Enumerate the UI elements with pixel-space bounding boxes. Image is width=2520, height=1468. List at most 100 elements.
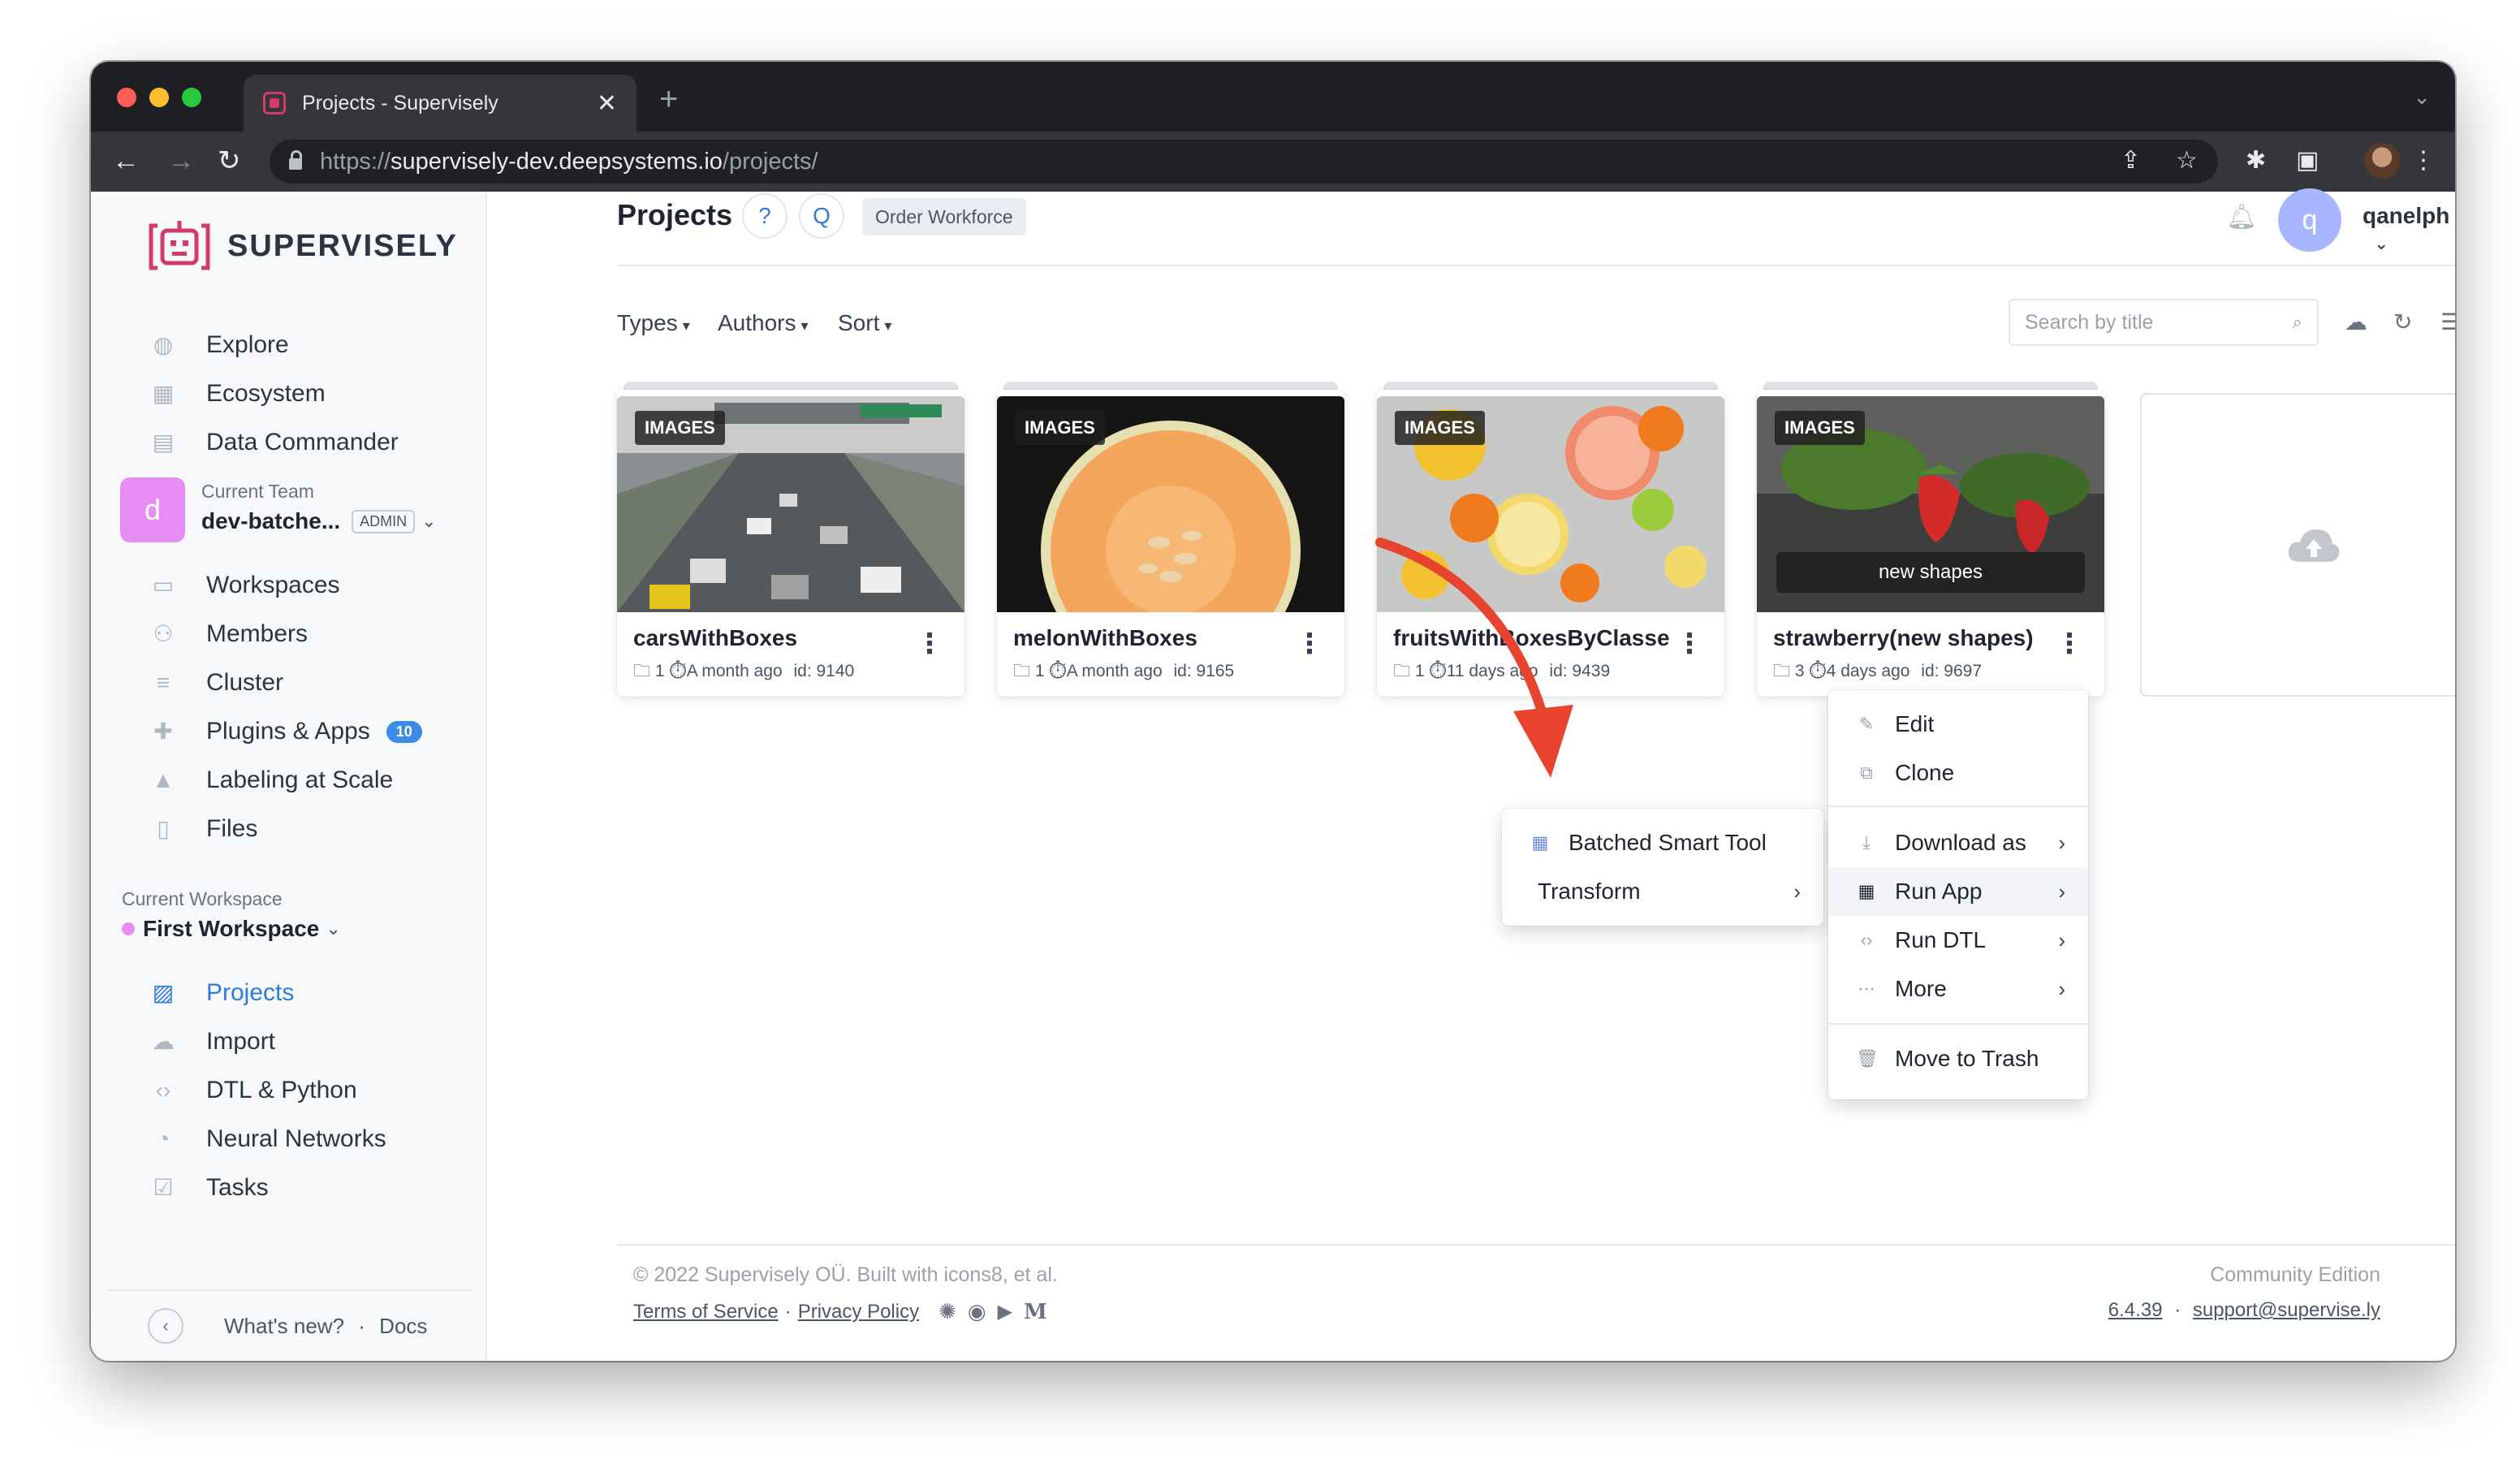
whats-new-link[interactable]: What's new? bbox=[224, 1314, 344, 1338]
cloud-icon: ☁ bbox=[152, 1029, 175, 1054]
browser-menu-icon[interactable]: ⋮ bbox=[2411, 146, 2436, 175]
project-time: 11 days ago bbox=[1446, 662, 1538, 680]
menu-item-move-to-trash[interactable]: 🗑︎ Move to Trash bbox=[1828, 1034, 2088, 1083]
browser-toolbar: ← → ↻ https:// supervisely-dev.deepsyste… bbox=[91, 132, 2455, 192]
browser-profile-avatar[interactable] bbox=[2364, 143, 2400, 179]
sort-filter[interactable]: Sort ▾ bbox=[838, 310, 891, 336]
menu-item-more[interactable]: ⋯ More › bbox=[1828, 965, 2088, 1013]
sidebar-item-files[interactable]: ▯ Files bbox=[151, 815, 257, 843]
search-input[interactable]: Search by title ⌕ bbox=[2009, 299, 2319, 346]
authors-filter[interactable]: Authors ▾ bbox=[718, 310, 809, 336]
project-title[interactable]: carsWithBoxes bbox=[633, 625, 909, 651]
tab-search-chevron-icon[interactable]: ⌄ bbox=[2413, 84, 2431, 110]
lock-icon bbox=[289, 150, 302, 170]
extensions-puzzle-icon[interactable]: ✱ bbox=[2246, 146, 2266, 175]
order-workforce-button[interactable]: Order Workforce bbox=[862, 198, 1026, 235]
menu-item-run-dtl[interactable]: ‹› Run DTL › bbox=[1828, 916, 2088, 965]
medium-icon[interactable]: M bbox=[1024, 1300, 1047, 1324]
sidepanel-icon[interactable]: ▣ bbox=[2296, 146, 2319, 175]
help-button[interactable]: ? bbox=[742, 193, 788, 239]
tab-close-icon[interactable]: ✕ bbox=[597, 89, 617, 118]
user-avatar[interactable]: q bbox=[2278, 188, 2341, 252]
slack-icon[interactable]: ✺ bbox=[939, 1299, 956, 1324]
kebab-menu-icon[interactable]: ⋮ bbox=[1296, 630, 1323, 658]
graduation-icon: ▲ bbox=[152, 767, 175, 792]
workspace-selector[interactable]: First Workspace ⌄ bbox=[122, 916, 341, 942]
youtube-icon[interactable]: ▶ bbox=[998, 1300, 1012, 1323]
user-menu[interactable]: qanelph ⌄ bbox=[2362, 203, 2455, 255]
project-card[interactable]: IMAGES fruitsWithBoxesByClasses 🗀 1 ⏱11 … bbox=[1377, 390, 1724, 697]
menu-item-transform[interactable]: Transform › bbox=[1502, 867, 1823, 916]
menu-item-download-as[interactable]: ⤓ Download as › bbox=[1828, 818, 2088, 867]
sidebar-item-workspaces[interactable]: ▭ Workspaces bbox=[151, 572, 340, 599]
project-title[interactable]: fruitsWithBoxesByClasses bbox=[1393, 625, 1669, 651]
kebab-menu-icon[interactable]: ⋮ bbox=[2056, 630, 2083, 658]
search-placeholder: Search by title bbox=[2025, 310, 2154, 334]
sidebar-item-dtl-python[interactable]: ‹› DTL & Python bbox=[151, 1077, 357, 1104]
edition-label: Community Edition bbox=[2210, 1263, 2380, 1286]
share-icon[interactable]: ⇪ bbox=[2121, 146, 2141, 175]
url-scheme: https:// bbox=[320, 148, 391, 175]
folder-icon: 🗀 bbox=[633, 662, 650, 680]
sidebar-item-data-commander[interactable]: ▤ Data Commander bbox=[151, 429, 399, 456]
sidebar-item-label: Ecosystem bbox=[206, 380, 326, 407]
new-tab-icon[interactable]: + bbox=[659, 81, 678, 118]
kebab-menu-icon[interactable]: ⋮ bbox=[916, 630, 943, 658]
collapse-sidebar-button[interactable]: ‹ bbox=[148, 1308, 183, 1344]
sidebar-item-tasks[interactable]: ☑ Tasks bbox=[151, 1174, 268, 1202]
maximize-window-button[interactable] bbox=[182, 88, 201, 107]
docs-link[interactable]: Docs bbox=[379, 1314, 427, 1338]
sidebar-item-projects[interactable]: ▨ Projects bbox=[151, 979, 295, 1007]
support-email-link[interactable]: support@supervise.ly bbox=[2193, 1299, 2380, 1321]
pencil-icon: ✎ bbox=[1858, 714, 1875, 734]
terms-link[interactable]: Terms of Service bbox=[633, 1301, 779, 1323]
team-avatar[interactable]: d bbox=[120, 477, 185, 542]
menu-item-run-app[interactable]: ▦ Run App › bbox=[1828, 867, 2088, 916]
refresh-icon[interactable]: ↻ bbox=[2393, 309, 2412, 335]
sidebar-item-label: Import bbox=[206, 1028, 276, 1055]
brain-icon: ◔ bbox=[156, 1126, 170, 1151]
caret-down-icon: ▾ bbox=[884, 317, 892, 334]
forward-icon[interactable]: → bbox=[167, 146, 195, 175]
app-area: SUPERVISELY ◍ Explore ▦ Ecosystem ▤ Data… bbox=[91, 188, 2455, 1361]
project-card[interactable]: IMAGES new shapes strawberry(new shapes)… bbox=[1757, 390, 2104, 697]
cloud-upload-icon[interactable]: ☁ bbox=[2345, 309, 2367, 335]
types-filter[interactable]: Types ▾ bbox=[617, 310, 690, 336]
team-selector[interactable]: dev-batche... ADMIN ⌄ bbox=[201, 508, 437, 534]
sidebar-item-plugins-apps[interactable]: ✚ Plugins & Apps 10 bbox=[151, 718, 422, 745]
close-window-button[interactable] bbox=[117, 88, 136, 107]
menu-item-clone[interactable]: ⧉ Clone bbox=[1828, 749, 2088, 797]
sidebar-item-members[interactable]: ⚇ Members bbox=[151, 620, 308, 648]
sidebar-item-labeling-at-scale[interactable]: ▲ Labeling at Scale bbox=[151, 766, 393, 794]
bookmark-star-icon[interactable]: ☆ bbox=[2176, 146, 2198, 175]
upload-project-card[interactable] bbox=[2140, 393, 2455, 697]
sidebar-item-cluster[interactable]: ≡ Cluster bbox=[151, 669, 283, 697]
sidebar-item-explore[interactable]: ◍ Explore bbox=[151, 331, 289, 359]
project-card[interactable]: IMAGES carsWithBoxes 🗀 1 ⏱A month ago id… bbox=[617, 390, 964, 697]
project-title[interactable]: strawberry(new shapes) bbox=[1773, 625, 2049, 651]
chevron-down-icon: ⌄ bbox=[421, 511, 437, 531]
back-icon[interactable]: ← bbox=[112, 146, 140, 175]
sidebar-item-ecosystem[interactable]: ▦ Ecosystem bbox=[151, 380, 326, 408]
version-link[interactable]: 6.4.39 bbox=[2108, 1299, 2163, 1321]
privacy-link[interactable]: Privacy Policy bbox=[798, 1301, 919, 1323]
sidebar-item-import[interactable]: ☁ Import bbox=[151, 1028, 275, 1056]
chevron-down-icon: ⌄ bbox=[2374, 233, 2389, 253]
kebab-menu-icon[interactable]: ⋮ bbox=[1676, 630, 1703, 658]
address-bar[interactable]: https:// supervisely-dev.deepsystems.io … bbox=[270, 140, 2218, 184]
menu-item-batched-smart-tool[interactable]: ▦ Batched Smart Tool bbox=[1502, 818, 1823, 867]
bell-icon[interactable]: 🔔︎ bbox=[2226, 203, 2257, 231]
reload-icon[interactable]: ↻ bbox=[218, 146, 241, 175]
sidebar-item-neural-networks[interactable]: ◔ Neural Networks bbox=[151, 1125, 386, 1153]
browser-tab[interactable]: Projects - Supervisely ✕ bbox=[244, 75, 636, 132]
menu-item-edit[interactable]: ✎ Edit bbox=[1828, 700, 2088, 749]
logo[interactable]: SUPERVISELY bbox=[146, 218, 458, 274]
minimize-window-button[interactable] bbox=[149, 88, 169, 107]
project-title[interactable]: melonWithBoxes bbox=[1013, 625, 1289, 651]
menu-item-label: Move to Trash bbox=[1895, 1046, 2039, 1071]
project-id: id: 9140 bbox=[793, 662, 855, 680]
github-icon[interactable]: ◉ bbox=[968, 1299, 986, 1324]
list-view-icon[interactable]: ☰ bbox=[2440, 309, 2455, 335]
q-button[interactable]: Q bbox=[799, 193, 844, 239]
project-card[interactable]: IMAGES melonWithBoxes 🗀 1 ⏱A month ago i… bbox=[997, 390, 1344, 697]
